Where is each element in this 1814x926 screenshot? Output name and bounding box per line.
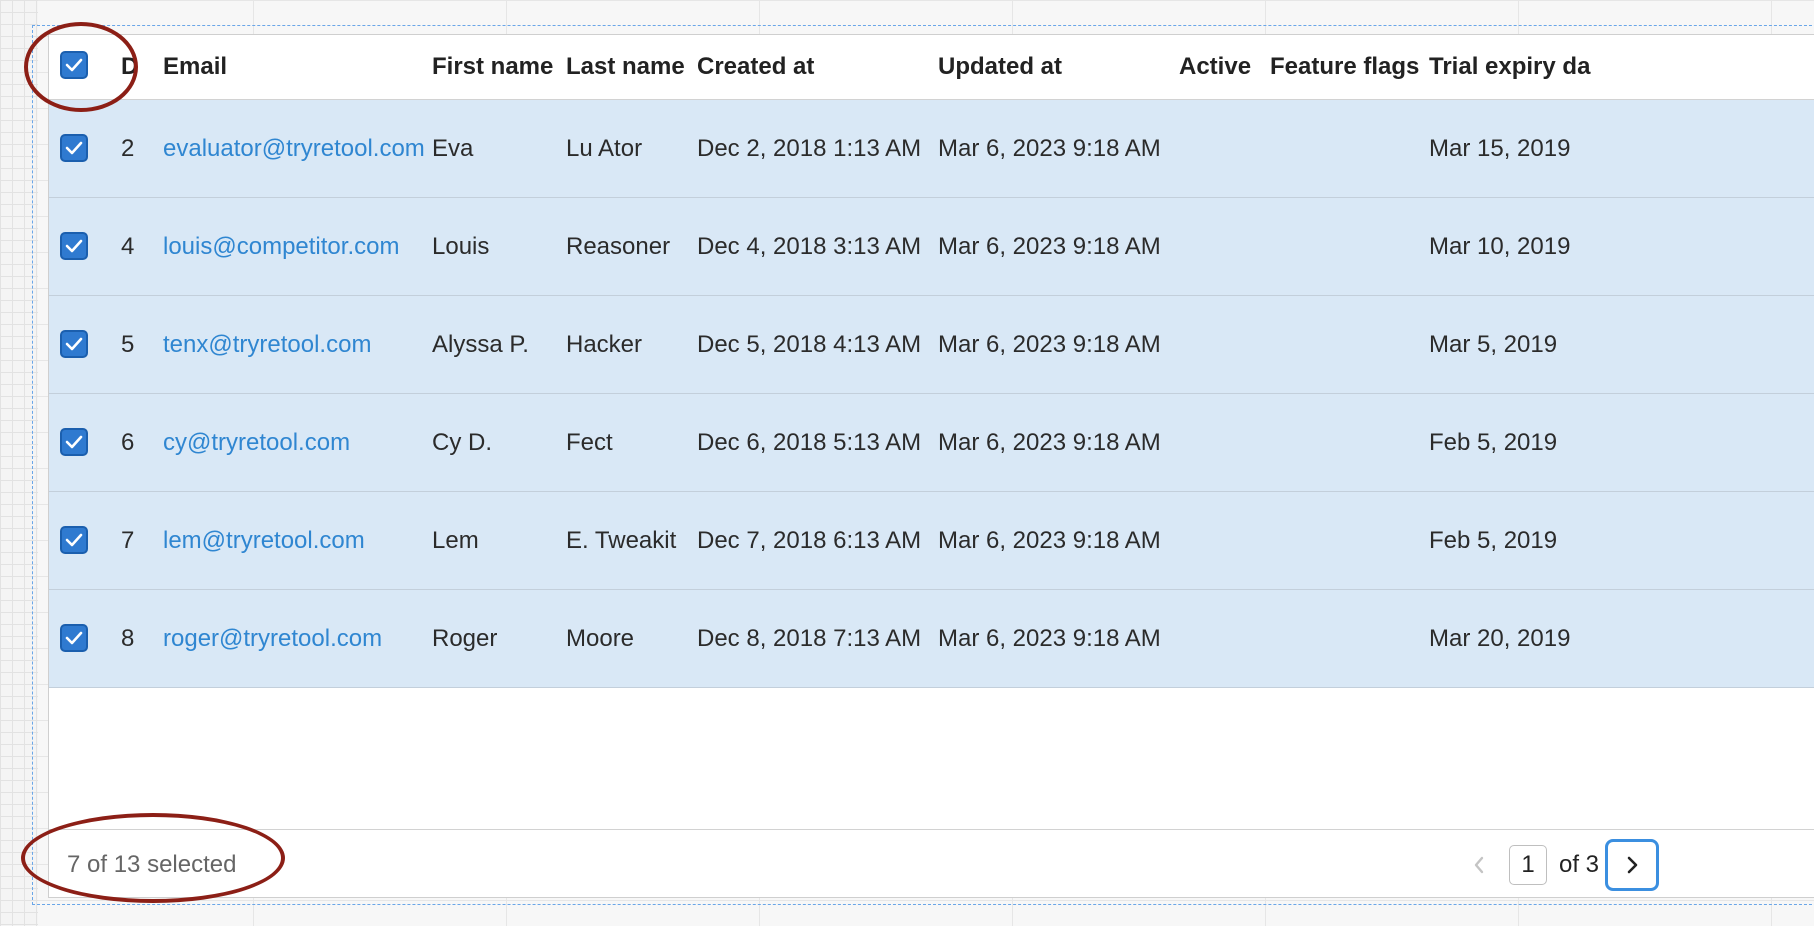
row-checkbox[interactable]: [60, 232, 88, 260]
cell-id: 7: [121, 527, 135, 554]
current-page-input[interactable]: 1: [1509, 845, 1547, 885]
column-header-id[interactable]: D: [121, 35, 138, 99]
check-icon: [65, 141, 83, 155]
cell-id: 6: [121, 429, 135, 456]
cell-id: 2: [121, 135, 135, 162]
cell-updated-at: Mar 6, 2023 9:18 AM: [938, 331, 1161, 358]
column-header-updated-at[interactable]: Updated at: [938, 35, 1062, 99]
cell-id: 4: [121, 233, 135, 260]
cell-last-name: Fect: [566, 429, 613, 456]
table-row[interactable]: 6 cy@tryretool.com Cy D. Fect Dec 6, 2018 5:…: [49, 394, 1814, 492]
column-header-email[interactable]: Email: [163, 35, 227, 99]
cell-last-name: E. Tweakit: [566, 527, 677, 554]
column-header-active[interactable]: Active: [1179, 35, 1251, 99]
row-checkbox[interactable]: [60, 624, 88, 652]
cell-last-name: Moore: [566, 625, 635, 652]
cell-last-name: Hacker: [566, 331, 643, 358]
cell-first-name: Lem: [432, 527, 479, 554]
cell-created-at: Dec 4, 2018 3:13 AM: [697, 233, 922, 260]
check-icon: [65, 533, 83, 547]
cell-created-at: Dec 2, 2018 1:13 AM: [697, 135, 922, 162]
table-row[interactable]: 8 roger@tryretool.com Roger Moore Dec 8, 201…: [49, 590, 1814, 688]
next-page-button[interactable]: [1605, 839, 1659, 891]
cell-email[interactable]: evaluator@tryretool.com: [163, 100, 425, 197]
table-header: D Email First name Last name Created at …: [49, 35, 1814, 100]
check-icon: [65, 435, 83, 449]
row-checkbox[interactable]: [60, 330, 88, 358]
cell-created-at: Dec 5, 2018 4:13 AM: [697, 331, 922, 358]
cell-email[interactable]: tenx@tryretool.com: [163, 296, 371, 393]
select-all-checkbox[interactable]: [60, 51, 88, 79]
table-footer: 7 of 13 selected 1 of 3: [49, 829, 1814, 897]
cell-id: 8: [121, 625, 135, 652]
table-row[interactable]: 7 lem@tryretool.com Lem E. Tweakit Dec 7, 20…: [49, 492, 1814, 590]
cell-trial-expiry: Mar 10, 2019: [1429, 233, 1571, 260]
cell-updated-at: Mar 6, 2023 9:18 AM: [938, 625, 1161, 652]
check-icon: [65, 58, 83, 72]
cell-first-name: Alyssa P.: [432, 331, 529, 358]
total-pages-label: of 3: [1559, 851, 1600, 878]
cell-updated-at: Mar 6, 2023 9:18 AM: [938, 233, 1161, 260]
cell-first-name: Louis: [432, 233, 490, 260]
column-header-created-at[interactable]: Created at: [697, 35, 814, 99]
cell-created-at: Dec 6, 2018 5:13 AM: [697, 429, 922, 456]
cell-trial-expiry: Mar 5, 2019: [1429, 331, 1558, 358]
row-checkbox[interactable]: [60, 428, 88, 456]
column-header-trial-expiry[interactable]: Trial expiry da: [1429, 35, 1590, 99]
cell-last-name: Lu Ator: [566, 135, 643, 162]
chevron-right-icon: [1627, 856, 1638, 874]
table-row[interactable]: 4 louis@competitor.com Louis Reasoner Dec 4,…: [49, 198, 1814, 296]
cell-id: 5: [121, 331, 135, 358]
cell-updated-at: Mar 6, 2023 9:18 AM: [938, 527, 1161, 554]
cell-updated-at: Mar 6, 2023 9:18 AM: [938, 135, 1161, 162]
check-icon: [65, 239, 83, 253]
row-checkbox[interactable]: [60, 134, 88, 162]
chevron-left-icon: [1474, 856, 1484, 874]
cell-first-name: Roger: [432, 625, 498, 652]
column-header-first-name[interactable]: First name: [432, 35, 553, 99]
cell-first-name: Cy D.: [432, 429, 492, 456]
cell-email[interactable]: roger@tryretool.com: [163, 590, 382, 687]
cell-trial-expiry: Mar 15, 2019: [1429, 135, 1571, 162]
cell-last-name: Reasoner: [566, 233, 671, 260]
table-row[interactable]: 5 tenx@tryretool.com Alyssa P. Hacker Dec 5,…: [49, 296, 1814, 394]
cell-created-at: Dec 7, 2018 6:13 AM: [697, 527, 922, 554]
row-checkbox[interactable]: [60, 526, 88, 554]
table-row[interactable]: 2 evaluator@tryretool.com Eva Lu Ator Dec 2,…: [49, 100, 1814, 198]
selection-count: 7 of 13 selected: [67, 851, 237, 878]
check-icon: [65, 337, 83, 351]
cell-trial-expiry: Mar 20, 2019: [1429, 625, 1571, 652]
previous-page-button[interactable]: [1464, 850, 1494, 880]
column-header-feature-flags[interactable]: Feature flags: [1270, 35, 1419, 99]
cell-first-name: Eva: [432, 135, 474, 162]
cell-updated-at: Mar 6, 2023 9:18 AM: [938, 429, 1161, 456]
column-header-last-name[interactable]: Last name: [566, 35, 685, 99]
cell-created-at: Dec 8, 2018 7:13 AM: [697, 625, 922, 652]
users-table: D Email First name Last name Created at …: [48, 34, 1814, 898]
cell-email[interactable]: louis@competitor.com: [163, 198, 399, 295]
cell-email[interactable]: lem@tryretool.com: [163, 492, 365, 589]
cell-trial-expiry: Feb 5, 2019: [1429, 429, 1558, 456]
check-icon: [65, 631, 83, 645]
cell-email[interactable]: cy@tryretool.com: [163, 394, 350, 491]
cell-trial-expiry: Feb 5, 2019: [1429, 527, 1558, 554]
